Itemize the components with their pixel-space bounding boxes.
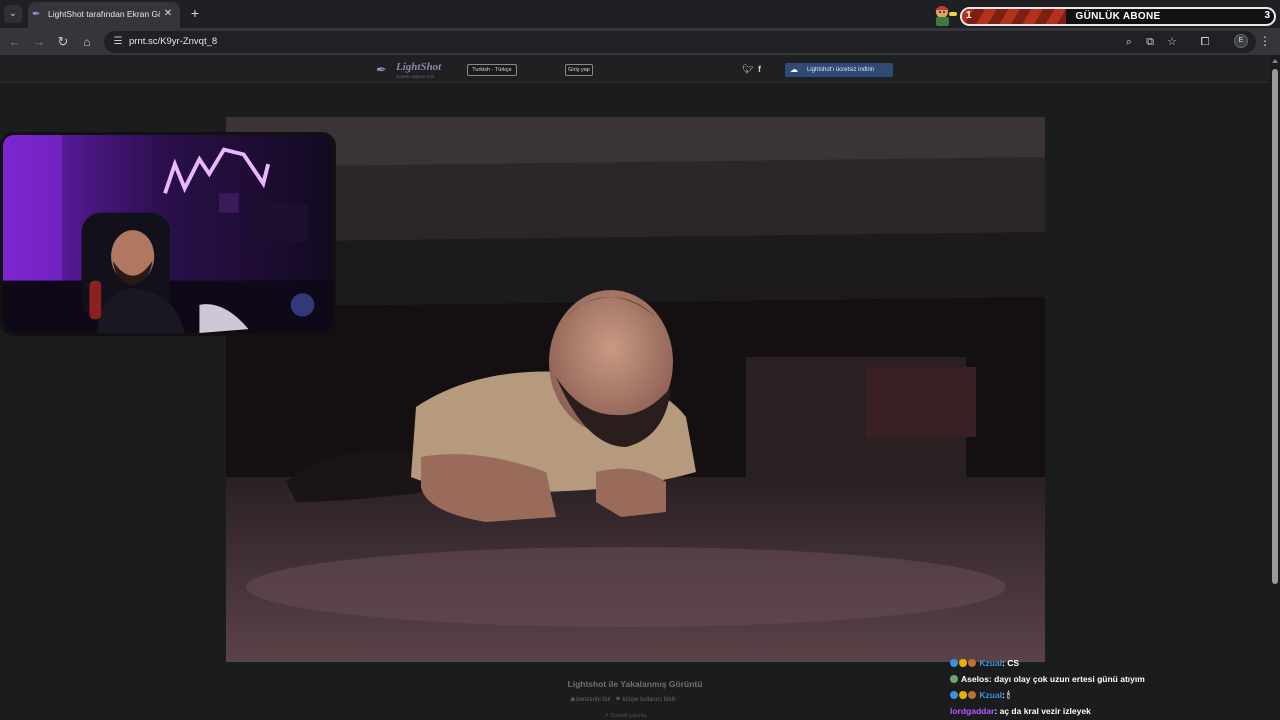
report-link[interactable]: köüye kullanıcı bildir (622, 697, 676, 703)
language-button[interactable]: Turkish - Türkçe (467, 64, 517, 76)
chat-username[interactable]: Kzual (979, 690, 1002, 700)
zoom-icon[interactable]: ⌕ (1121, 34, 1137, 50)
tab-search-menu-button[interactable]: ⌄ (4, 5, 22, 23)
extensions-icon[interactable]: ⧠ (1197, 34, 1213, 50)
lightshot-feather-icon: ✒ (376, 62, 387, 77)
chat-message: Kzual: 🕯 (950, 688, 1250, 704)
chat-text: CS (1007, 658, 1020, 668)
lightshot-header: ✒ LightShot screen capture tool Turkish … (0, 55, 1270, 83)
browser-toolbar: ← → ↻ ⌂ ☰ prnt.sc/K9yr-Znvqt_8 ⌕ ⧉ ☆ ⧠ (0, 28, 1280, 55)
daily-sub-goal-bar: 1 GÜNLÜK ABONE 3 (960, 7, 1276, 26)
chat-message: lordgaddar: aç da kral vezir izleyek (950, 706, 1091, 716)
streamer-webcam (0, 132, 336, 336)
chat-username[interactable]: Aselos (961, 674, 989, 684)
streamer-mascot-icon (935, 6, 957, 26)
camera-icon: ◙ (571, 697, 575, 703)
publish-icon: ↗ (604, 713, 609, 719)
sub-goal-label: GÜNLÜK ABONE (1075, 11, 1161, 22)
url-text[interactable]: prnt.sc/K9yr-Znvqt_8 (129, 36, 217, 47)
install-app-icon[interactable]: ⧉ (1142, 34, 1158, 50)
address-bar[interactable]: ☰ prnt.sc/K9yr-Znvqt_8 ⌕ ⧉ ☆ (104, 31, 1256, 53)
captured-image (226, 117, 1045, 662)
lightshot-tagline: screen capture tool (396, 74, 435, 79)
chat-message: Kzual: CS (950, 656, 1250, 672)
bits-badge-icon (968, 691, 976, 699)
chat-text: aç da kral vezir izleyek (999, 706, 1091, 716)
lightshot-logo[interactable]: LightShot (396, 61, 441, 73)
bookmark-star-icon[interactable]: ☆ (1164, 34, 1180, 50)
report-flag-icon: ⚑ (615, 697, 621, 703)
scroll-up-arrow-icon[interactable] (1272, 59, 1278, 63)
scroll-thumb[interactable] (1272, 69, 1278, 584)
chat-username[interactable]: Kzual (979, 658, 1002, 668)
reload-icon[interactable]: ↻ (54, 33, 72, 51)
close-tab-icon[interactable]: ✕ (161, 7, 175, 21)
viewer-badge-icon (950, 675, 958, 683)
twitter-icon[interactable]: 🐦︎ (742, 64, 753, 75)
login-button[interactable]: Giriş yap (565, 64, 593, 76)
stream-chat: Kzual: CS Aselos: dayı olay çok uzun ert… (950, 656, 1250, 720)
publish-link[interactable]: ↗ Görseli yayınla (604, 713, 647, 719)
site-info-icon[interactable]: ☰ (110, 34, 126, 50)
publish-label: Görseli yayınla (610, 713, 647, 719)
back-arrow-icon[interactable]: ← (6, 33, 24, 51)
bits-badge-icon (968, 659, 976, 667)
new-tab-button[interactable]: + (187, 5, 203, 21)
footer-links: ◙ benzerini bul ⚑ köüye kullanıcı bildir (571, 696, 676, 703)
find-similar-link[interactable]: benzerini bul (576, 697, 610, 703)
sub-badge-icon (959, 691, 967, 699)
download-cloud-icon: ☁ (790, 65, 798, 74)
home-icon[interactable]: ⌂ (78, 33, 96, 51)
chat-message: Aselos: dayı olay çok uzun ertesi günü a… (950, 672, 1250, 688)
page-scrollbar[interactable] (1270, 55, 1280, 720)
chat-username[interactable]: lordgaddar (950, 706, 994, 716)
profile-avatar[interactable]: E (1234, 34, 1248, 48)
download-button-label: Lightshot'ı ücretsiz indirin (807, 67, 875, 73)
sub-badge-icon (959, 659, 967, 667)
chat-text: dayı olay çok uzun ertesi günü atıyım (994, 674, 1145, 684)
sword-badge-icon (950, 691, 958, 699)
facebook-icon[interactable]: f (758, 64, 761, 74)
tab-lightshot[interactable]: ✒ LightShot tarafından Ekran Görüntüsü ✕ (28, 2, 180, 28)
browser-menu-icon[interactable]: ⋮ (1258, 33, 1272, 49)
sub-goal-target: 3 (1264, 10, 1270, 21)
chat-text: 🕯 (1007, 690, 1010, 700)
lightshot-feather-icon: ✒ (32, 9, 41, 20)
tab-title: LightShot tarafından Ekran Görüntüsü (48, 9, 160, 19)
forward-arrow-icon[interactable]: → (30, 33, 48, 51)
download-lightshot-button[interactable]: ☁ Lightshot'ı ücretsiz indirin (785, 63, 893, 77)
sword-badge-icon (950, 659, 958, 667)
